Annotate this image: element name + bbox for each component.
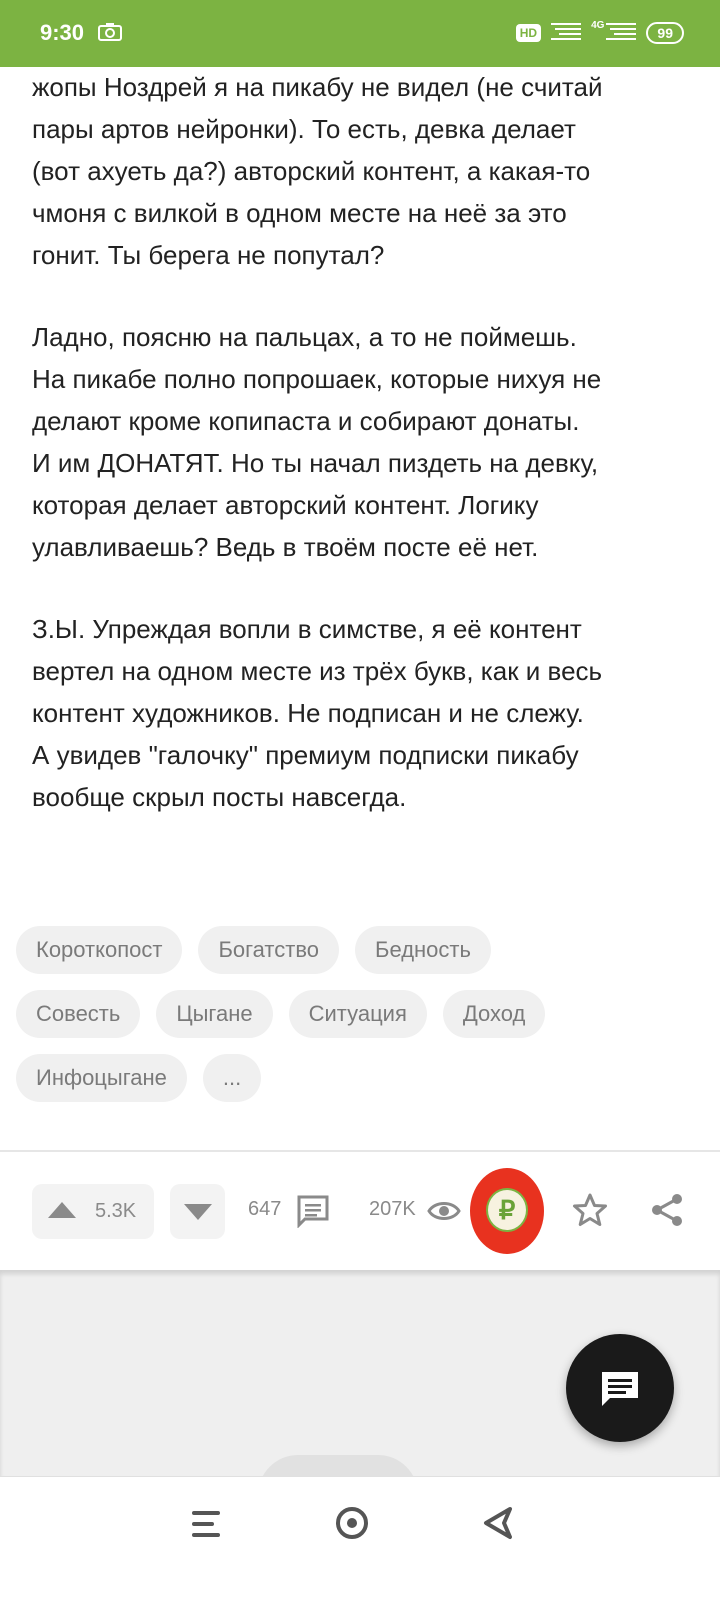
tag-chip[interactable]: Бедность	[355, 926, 491, 974]
comment-count[interactable]: 647	[248, 1198, 281, 1221]
status-bar: 9:30 HD 4G 99	[0, 0, 720, 67]
view-count: 207K	[369, 1198, 416, 1220]
signal-4g-icon	[606, 20, 637, 45]
paragraph: Ладно, поясню на пальцах, а то не поймеш…	[32, 322, 602, 562]
tag-chip[interactable]: Богатство	[198, 926, 339, 974]
tag-chip[interactable]: Доход	[442, 990, 546, 1038]
paragraph: З.Ы. Упреждая вопли в симстве, я её конт…	[32, 614, 603, 812]
menu-icon[interactable]	[190, 1509, 222, 1539]
tag-chip[interactable]: Ситуация	[288, 990, 427, 1038]
write-comment-fab[interactable]	[566, 1334, 674, 1442]
comment-icon	[602, 1372, 638, 1406]
status-time: 9:30	[40, 20, 85, 45]
signal-icon	[551, 20, 582, 45]
hd-badge: HD	[515, 23, 542, 42]
arrow-down-icon	[184, 1204, 212, 1220]
tag-chip[interactable]: Короткопост	[16, 926, 183, 974]
comment-text: жопы Ноздрей я на пикабу не видел (не сч…	[32, 66, 702, 858]
battery-indicator: 99	[646, 21, 684, 44]
tag-chip[interactable]: Совесть	[16, 990, 141, 1038]
donate-button[interactable]: ₽	[486, 1188, 528, 1232]
upvote-button[interactable]: 5.3K	[32, 1184, 154, 1239]
system-navigation-bar	[0, 1476, 720, 1601]
share-icon[interactable]	[650, 1192, 684, 1228]
home-icon[interactable]	[334, 1505, 370, 1541]
star-icon[interactable]	[572, 1192, 608, 1228]
paragraph: жопы Ноздрей я на пикабу не видел (не сч…	[32, 72, 603, 270]
upvote-count: 5.3K	[95, 1200, 137, 1222]
tag-chip[interactable]: Цыгане	[156, 990, 273, 1038]
tag-list: Короткопост Богатство Бедность Совесть Ц…	[16, 926, 716, 1118]
back-icon[interactable]	[482, 1505, 514, 1541]
comment-icon[interactable]	[296, 1194, 330, 1228]
network-type: 4G	[591, 20, 605, 31]
camera-icon	[98, 22, 122, 47]
eye-icon	[427, 1202, 461, 1220]
arrow-up-icon	[48, 1202, 76, 1218]
tag-chip[interactable]: Инфоцыгане	[16, 1054, 187, 1102]
downvote-button[interactable]	[170, 1184, 225, 1239]
post-actions-bar: 5.3K 647 207K ₽	[0, 1152, 720, 1270]
more-tags-button[interactable]: ...	[202, 1054, 262, 1102]
